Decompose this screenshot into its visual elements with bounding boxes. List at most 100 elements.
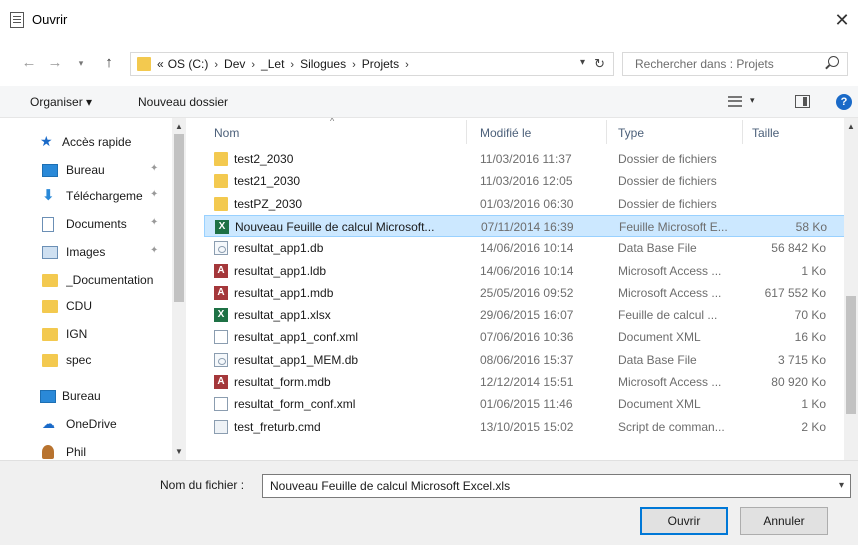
breadcrumb-separator-icon[interactable]: › <box>290 59 294 71</box>
document-icon <box>42 217 54 232</box>
search-box[interactable] <box>622 52 848 76</box>
preview-pane-icon[interactable] <box>795 95 810 108</box>
breadcrumb-separator-icon[interactable]: › <box>214 59 218 71</box>
organise-menu[interactable]: Organiser ▾ <box>30 95 92 109</box>
file-size: 1 Ko <box>801 397 826 412</box>
scrollbar-thumb[interactable] <box>174 134 184 302</box>
chevron-down-icon[interactable]: ▾ <box>839 480 844 491</box>
scroll-down-icon[interactable]: ▼ <box>175 447 183 456</box>
navigation-scrollbar[interactable]: ▲ ▼ <box>172 118 186 460</box>
filename-combobox[interactable]: ▾ <box>262 474 851 498</box>
nav-item-label: IGN <box>66 327 88 341</box>
breadcrumb-overflow[interactable]: « <box>157 57 164 71</box>
nav-item[interactable]: Bureau ✦ <box>0 158 172 184</box>
nav-item-label: Accès rapide <box>62 135 132 149</box>
breadcrumb-separator-icon[interactable]: › <box>352 59 356 71</box>
address-bar[interactable]: « OS (C:) › Dev › _Let › Silogues › Projets › ▾ ↻ <box>130 52 614 76</box>
file-list-scrollbar[interactable]: ▲ <box>844 118 858 460</box>
nav-item[interactable]: CDU <box>0 294 172 320</box>
column-headers: Nom ^ Modifié le Type Taille <box>186 118 844 148</box>
xls-file-icon: X <box>214 308 228 323</box>
refresh-icon[interactable]: ↻ <box>594 56 605 72</box>
file-row[interactable]: Xresultat_app1.xlsx 29/06/2015 16:07 Feuil… <box>204 304 858 326</box>
nav-item[interactable]: Documents ✦ <box>0 212 172 238</box>
file-row[interactable]: test_freturb.cmd 13/10/2015 15:02 Script d… <box>204 416 858 438</box>
scroll-up-icon[interactable]: ▲ <box>175 122 183 131</box>
scroll-up-icon[interactable]: ▲ <box>847 122 855 131</box>
nav-item-label: _Documentation <box>66 273 154 287</box>
db-file-icon <box>214 352 228 367</box>
breadcrumb-item[interactable]: OS (C:) <box>168 57 209 71</box>
file-row[interactable]: testPZ_2030 01/03/2016 06:30 Dossier de fi… <box>204 193 858 215</box>
breadcrumb-separator-icon[interactable]: › <box>251 59 255 71</box>
up-arrow-icon[interactable]: ↑ <box>100 54 118 71</box>
help-icon[interactable]: ? <box>836 94 852 110</box>
folder-file-icon <box>214 174 228 189</box>
file-row[interactable]: resultat_app1_conf.xml 07/06/2016 10:36 Do… <box>204 326 858 348</box>
nav-item[interactable]: Bureau <box>0 384 172 410</box>
cancel-button[interactable]: Annuler <box>740 507 828 535</box>
file-row[interactable]: test2_2030 11/03/2016 11:37 Dossier de fic… <box>204 148 858 170</box>
nav-item[interactable]: IGN <box>0 322 172 348</box>
file-type: Microsoft Access ... <box>618 375 722 389</box>
file-modified-date: 12/12/2014 15:51 <box>480 375 574 389</box>
nav-item[interactable]: Images ✦ <box>0 240 172 266</box>
file-row[interactable]: resultat_app1_MEM.db 08/06/2016 15:37 Data… <box>204 349 858 371</box>
folder-icon <box>42 354 58 367</box>
nav-item-label: spec <box>66 353 92 367</box>
recent-locations-chevron-icon[interactable]: ▾ <box>72 58 90 69</box>
file-row[interactable]: Aresultat_app1.mdb 25/05/2016 09:52 Micros… <box>204 282 858 304</box>
breadcrumb-item[interactable]: Dev <box>224 57 245 71</box>
nav-item-label: OneDrive <box>66 417 117 431</box>
nav-item[interactable]: _Documentation <box>0 268 172 294</box>
file-name: test_freturb.cmd <box>234 419 321 434</box>
search-icon[interactable] <box>828 56 839 67</box>
file-row[interactable]: Aresultat_form.mdb 12/12/2014 15:51 Micros… <box>204 371 858 393</box>
back-arrow-icon[interactable]: ← <box>20 54 38 71</box>
filename-input[interactable] <box>270 479 820 493</box>
forward-arrow-icon[interactable]: → <box>46 54 64 71</box>
open-button[interactable]: Ouvrir <box>640 507 728 535</box>
column-header-type[interactable]: Type <box>618 126 644 140</box>
file-row[interactable]: resultat_form_conf.xml 01/06/2015 11:46 Do… <box>204 393 858 415</box>
search-input[interactable] <box>635 57 815 71</box>
column-header-size[interactable]: Taille <box>752 126 779 140</box>
file-row[interactable]: test21_2030 11/03/2016 12:05 Dossier de fi… <box>204 170 858 192</box>
nav-item[interactable]: ⬇ Téléchargemе ✦ <box>0 184 172 210</box>
file-row[interactable]: Aresultat_app1.ldb 14/06/2016 10:14 Micros… <box>204 260 858 282</box>
file-modified-date: 07/11/2014 16:39 <box>481 219 574 234</box>
file-size: 1 Ko <box>801 263 826 278</box>
address-dropdown-icon[interactable]: ▾ <box>580 57 585 68</box>
view-options-icon[interactable] <box>728 96 742 107</box>
column-divider[interactable] <box>742 120 743 144</box>
breadcrumb-item[interactable]: Projets <box>362 57 399 71</box>
column-header-name[interactable]: Nom <box>214 126 239 140</box>
file-modified-date: 08/06/2016 15:37 <box>480 352 574 367</box>
breadcrumb-item[interactable]: _Let <box>261 57 284 71</box>
xls-file-icon: X <box>215 219 229 234</box>
command-bar: Organiser ▾ Nouveau dossier ▾ ? <box>0 86 858 118</box>
xml-file-icon <box>214 397 228 412</box>
file-modified-date: 29/06/2015 16:07 <box>480 308 574 323</box>
file-name: resultat_app1.db <box>234 241 324 256</box>
nav-item[interactable]: ☁ OneDrive <box>0 412 172 438</box>
file-row[interactable]: X Nouveau Feuille de calcul Microsoft... 0… <box>204 214 858 237</box>
column-divider[interactable] <box>606 120 607 144</box>
breadcrumb-item[interactable]: Silogues <box>300 57 346 71</box>
folder-icon <box>42 300 58 313</box>
close-button[interactable]: ✕ <box>830 8 854 32</box>
column-divider[interactable] <box>466 120 467 144</box>
nav-item[interactable]: ★ Accès rapide <box>0 130 172 156</box>
nav-item[interactable]: spec <box>0 348 172 374</box>
scrollbar-thumb[interactable] <box>846 296 856 414</box>
file-row[interactable]: resultat_app1.db 14/06/2016 10:14 Data Bas… <box>204 237 858 259</box>
column-header-date[interactable]: Modifié le <box>480 126 531 140</box>
nav-item[interactable]: Phil <box>0 440 172 460</box>
desktop-icon <box>42 164 58 177</box>
user-icon <box>42 445 54 459</box>
file-type: Feuille de calcul ... <box>618 308 718 323</box>
breadcrumb-separator-icon[interactable]: › <box>405 59 409 71</box>
file-list: Nom ^ Modifié le Type Taille test2_2030 1… <box>186 118 858 460</box>
view-dropdown-icon[interactable]: ▾ <box>750 95 755 106</box>
new-folder-button[interactable]: Nouveau dossier <box>138 95 228 109</box>
